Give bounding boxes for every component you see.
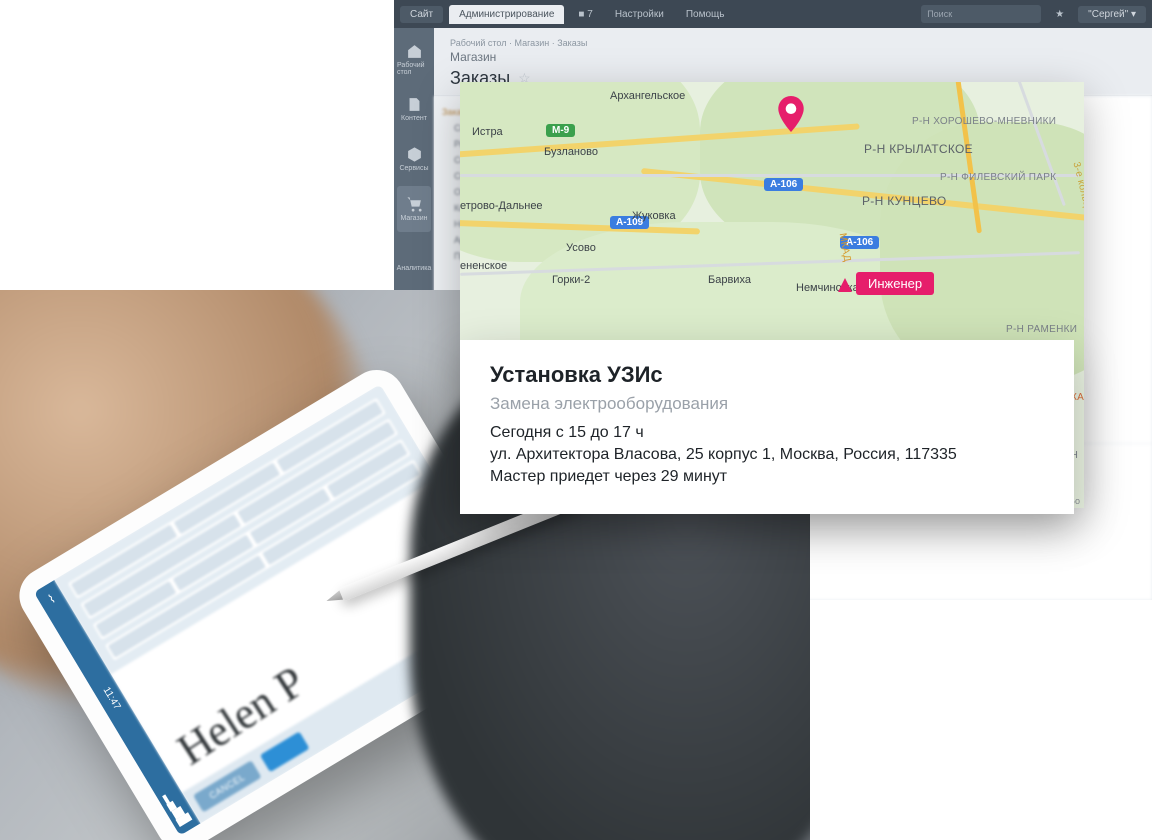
- breadcrumb[interactable]: Рабочий стол · Магазин · Заказы: [450, 38, 1136, 48]
- map-district-label: Р-Н РАМЕНКИ: [1006, 324, 1077, 335]
- map-district-label: Р-Н КРЫЛАТСКОЕ: [864, 142, 973, 156]
- tablet-screen: ⌇ 11:47 ▂▄▆█ Helen P CANCEL: [34, 384, 527, 836]
- help-link[interactable]: Помощь: [678, 6, 733, 23]
- rail-label: Магазин: [400, 215, 427, 222]
- map-town-label: Усово: [566, 242, 596, 254]
- order-timeslot: Сегодня с 15 до 17 ч: [490, 424, 1044, 442]
- user-menu[interactable]: "Сергей" ▾: [1078, 6, 1146, 23]
- map-town-label: Жуковка: [632, 210, 676, 222]
- road-shield: М-9: [546, 124, 575, 137]
- rail-content[interactable]: Контент: [397, 86, 431, 132]
- rail-services[interactable]: Сервисы: [397, 136, 431, 182]
- tab-admin[interactable]: Администрирование: [449, 5, 564, 24]
- order-title: Установка УЗИс: [490, 362, 1044, 388]
- chart-icon: [406, 246, 423, 263]
- map-town-label: ененское: [460, 260, 507, 272]
- settings-link[interactable]: Настройки: [607, 6, 672, 23]
- notification-badge: 7: [587, 9, 593, 20]
- rail-desktop[interactable]: Рабочий стол: [397, 36, 431, 82]
- road-shield: А-106: [764, 178, 803, 191]
- rail-label: Аналитика: [397, 265, 432, 272]
- engineer-label[interactable]: Инженер: [856, 272, 934, 295]
- wifi-icon: ⌇: [42, 589, 61, 608]
- search-input[interactable]: Поиск: [921, 5, 1041, 23]
- order-subtitle: Замена электрооборудования: [490, 394, 1044, 414]
- map-town-label: Бузланово: [544, 146, 598, 158]
- home-icon: [406, 43, 423, 60]
- rail-label: Сервисы: [399, 165, 428, 172]
- rail-analytics[interactable]: Аналитика: [397, 236, 431, 282]
- map-town-label: Барвиха: [708, 274, 751, 286]
- page-icon: [406, 96, 423, 113]
- order-info-panel: Установка УЗИс Замена электрооборудовани…: [460, 340, 1074, 514]
- order-address: ул. Архитектора Власова, 25 корпус 1, Мо…: [490, 446, 1044, 464]
- notifications-icon[interactable]: ■ 7: [570, 6, 600, 23]
- map-town-label: Архангельское: [610, 90, 685, 102]
- rail-label: Рабочий стол: [397, 62, 431, 76]
- map-district-label: Р-Н КУНЦЕВО: [862, 194, 947, 208]
- order-eta: Мастер приедет через 29 минут: [490, 468, 1044, 486]
- cube-icon: [406, 146, 423, 163]
- favorite-icon[interactable]: ★: [1047, 6, 1072, 23]
- map-town-label: Истра: [472, 126, 503, 138]
- map-town-label: Горки-2: [552, 274, 590, 286]
- destination-pin-icon[interactable]: [778, 96, 804, 132]
- engineer-marker-icon[interactable]: [838, 278, 852, 292]
- site-button[interactable]: Сайт: [400, 6, 443, 23]
- cart-icon: [406, 196, 423, 213]
- map-town-label: етрово-Дальнее: [460, 200, 543, 212]
- rail-shop[interactable]: Магазин: [397, 186, 431, 232]
- rail-label: Контент: [401, 115, 427, 122]
- map-district-label: Р-Н ФИЛЕВСКИЙ ПАРК: [940, 172, 1056, 183]
- admin-topbar: Сайт Администрирование ■ 7 Настройки Пом…: [394, 0, 1152, 28]
- map-district-label: Р-Н ХОРОШЕВО-МНЕВНИКИ: [912, 116, 1056, 127]
- section-title: Магазин: [450, 50, 1136, 64]
